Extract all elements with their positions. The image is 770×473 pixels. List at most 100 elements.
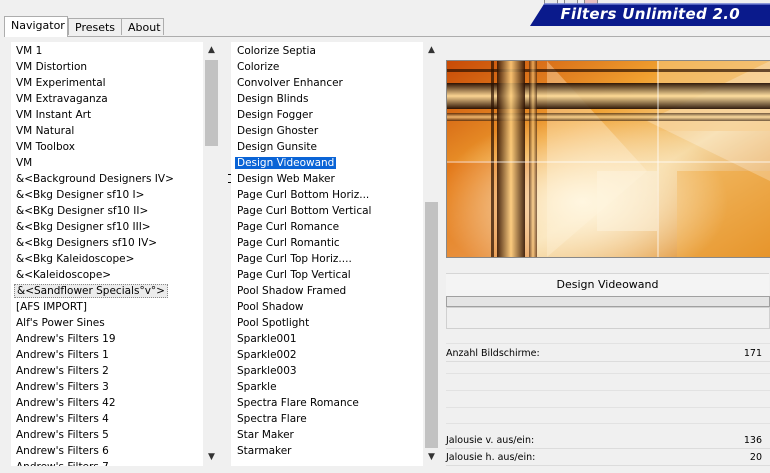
category-list[interactable]: VM 1 VM Distortion VM Experimental VM Extra… (11, 42, 220, 466)
filter-scrollbar[interactable]: ▲ ▼ (423, 42, 440, 466)
filter-item[interactable]: Page Curl Top Vertical (232, 267, 373, 283)
category-item[interactable]: &<Bkg Designer sf10 I> (11, 187, 176, 203)
filter-item[interactable]: Design Videowand (232, 155, 373, 171)
divider (446, 407, 770, 408)
chevron-up-icon[interactable]: ▲ (423, 42, 440, 59)
filter-item-label: Pool Spotlight (237, 317, 310, 329)
param-value: 136 (743, 435, 762, 446)
filter-item[interactable]: Convolver Enhancer (232, 75, 373, 91)
filter-item[interactable]: Spectra Flare Romance (232, 395, 373, 411)
filter-list[interactable]: Colorize Septia Colorize Convolver Enhance… (231, 42, 440, 466)
category-item-label: &<Bkg Kaleidoscope> (16, 253, 135, 265)
filter-item[interactable]: Page Curl Bottom Horiz... (232, 187, 373, 203)
filter-item[interactable]: Sparkle (232, 379, 373, 395)
filter-item[interactable]: Sparkle002 (232, 347, 373, 363)
category-item[interactable]: &<BKg Designer sf10 II> (11, 203, 176, 219)
filter-item[interactable]: Sparkle003 (232, 363, 373, 379)
filter-item[interactable]: Starmaker (232, 443, 373, 459)
filter-item-label: Page Curl Top Horiz.... (237, 253, 352, 265)
chevron-down-icon[interactable]: ▼ (423, 449, 440, 466)
divider (446, 423, 770, 424)
category-scroll-thumb[interactable] (205, 60, 218, 146)
category-item[interactable]: VM Instant Art (11, 107, 176, 123)
filter-preview-image (446, 60, 770, 258)
category-item[interactable]: Andrew's Filters 3 (11, 379, 176, 395)
filter-item[interactable]: Pool Shadow (232, 299, 373, 315)
category-item[interactable]: Andrew's Filters 6 (11, 443, 176, 459)
filter-item-label: Spectra Flare (237, 413, 307, 425)
category-item[interactable]: &<Bkg Kaleidoscope> (11, 251, 176, 267)
filter-item[interactable]: Page Curl Romance (232, 219, 373, 235)
filter-item-label: Page Curl Bottom Horiz... (237, 189, 370, 201)
param-slider[interactable] (446, 361, 770, 362)
filter-item[interactable]: Design Web Maker (232, 171, 373, 187)
param-value: 171 (743, 348, 762, 359)
filter-item[interactable]: Pool Spotlight (232, 315, 373, 331)
filter-item[interactable]: Colorize (232, 59, 373, 75)
filter-item[interactable]: Design Fogger (232, 107, 373, 123)
filter-item[interactable]: Star Maker (232, 427, 373, 443)
param-row-jalousie-v[interactable]: Jalousie v. aus/ein: 136 (446, 433, 770, 449)
category-item-label: Andrew's Filters 2 (16, 365, 109, 377)
tab-navigator[interactable]: Navigator (4, 16, 68, 37)
category-item[interactable]: Andrew's Filters 19 (11, 331, 176, 347)
category-scrollbar[interactable]: ▲ ▼ (203, 42, 220, 466)
filter-item-label: Design Fogger (237, 109, 313, 121)
filter-item-label: Design Ghoster (237, 125, 319, 137)
category-item[interactable]: Andrew's Filters 7 (11, 459, 176, 466)
category-item[interactable]: VM (11, 155, 176, 171)
category-item[interactable]: &<Bkg Designers sf10 IV> (11, 235, 176, 251)
divider (446, 343, 770, 344)
param-slider[interactable] (446, 465, 770, 466)
drag-grip-icon[interactable] (228, 174, 231, 183)
category-item[interactable]: Andrew's Filters 1 (11, 347, 176, 363)
category-item[interactable]: &<Background Designers IV> (11, 171, 176, 187)
chevron-up-icon[interactable]: ▲ (203, 42, 220, 59)
filter-item[interactable]: Page Curl Romantic (232, 235, 373, 251)
category-item[interactable]: VM Distortion (11, 59, 176, 75)
filter-item[interactable]: Colorize Septia (232, 43, 373, 59)
filter-item[interactable]: Pool Shadow Framed (232, 283, 373, 299)
category-item-label: Andrew's Filters 42 (16, 397, 116, 409)
filter-item-label: Colorize (237, 61, 280, 73)
filter-item[interactable]: Design Blinds (232, 91, 373, 107)
category-item[interactable]: VM Toolbox (11, 139, 176, 155)
tab-presets[interactable]: Presets (68, 18, 122, 35)
category-item[interactable]: &<Bkg Designer sf10 III> (11, 219, 176, 235)
filter-item[interactable]: Page Curl Bottom Vertical (232, 203, 373, 219)
filter-item-label: Starmaker (237, 445, 292, 457)
filter-item-label: Sparkle001 (237, 333, 297, 345)
category-item[interactable]: Andrew's Filters 4 (11, 411, 176, 427)
category-item[interactable]: Alf's Power Sines (11, 315, 176, 331)
category-item[interactable]: VM Natural (11, 123, 176, 139)
category-item[interactable]: &<Sandflower Specials°v°> (11, 283, 176, 299)
tab-divider (4, 36, 770, 37)
category-item[interactable]: [AFS IMPORT] (11, 299, 176, 315)
param-row-anzahl-bildschirme[interactable]: Anzahl Bildschirme: 171 (446, 346, 770, 362)
param-label: Jalousie v. aus/ein: (446, 435, 535, 446)
tab-about[interactable]: About (121, 18, 164, 35)
param-slider[interactable] (446, 448, 770, 449)
filter-item[interactable]: Spectra Flare (232, 411, 373, 427)
chevron-down-icon[interactable]: ▼ (203, 449, 220, 466)
category-item[interactable]: Andrew's Filters 42 (11, 395, 176, 411)
filter-item[interactable]: Sparkle001 (232, 331, 373, 347)
category-item[interactable]: Andrew's Filters 2 (11, 363, 176, 379)
filter-item-label: Design Blinds (237, 93, 309, 105)
category-item-label: &<BKg Designer sf10 II> (16, 205, 149, 217)
filter-scroll-thumb[interactable] (425, 202, 438, 448)
param-row-jalousie-h[interactable]: Jalousie h. aus/ein: 20 (446, 450, 770, 466)
filter-progress-bar (446, 296, 770, 307)
filter-item-label: Convolver Enhancer (237, 77, 343, 89)
category-item[interactable]: VM Experimental (11, 75, 176, 91)
category-item-label: [AFS IMPORT] (16, 301, 87, 313)
filter-item[interactable]: Page Curl Top Horiz.... (232, 251, 373, 267)
category-item[interactable]: VM 1 (11, 43, 176, 59)
category-item[interactable]: VM Extravaganza (11, 91, 176, 107)
category-item-label: &<Sandflower Specials°v°> (14, 284, 168, 298)
app-title: Filters Unlimited 2.0 (560, 5, 740, 23)
filter-item[interactable]: Design Gunsite (232, 139, 373, 155)
category-item[interactable]: &<Kaleidoscope> (11, 267, 176, 283)
filter-item[interactable]: Design Ghoster (232, 123, 373, 139)
category-item[interactable]: Andrew's Filters 5 (11, 427, 176, 443)
